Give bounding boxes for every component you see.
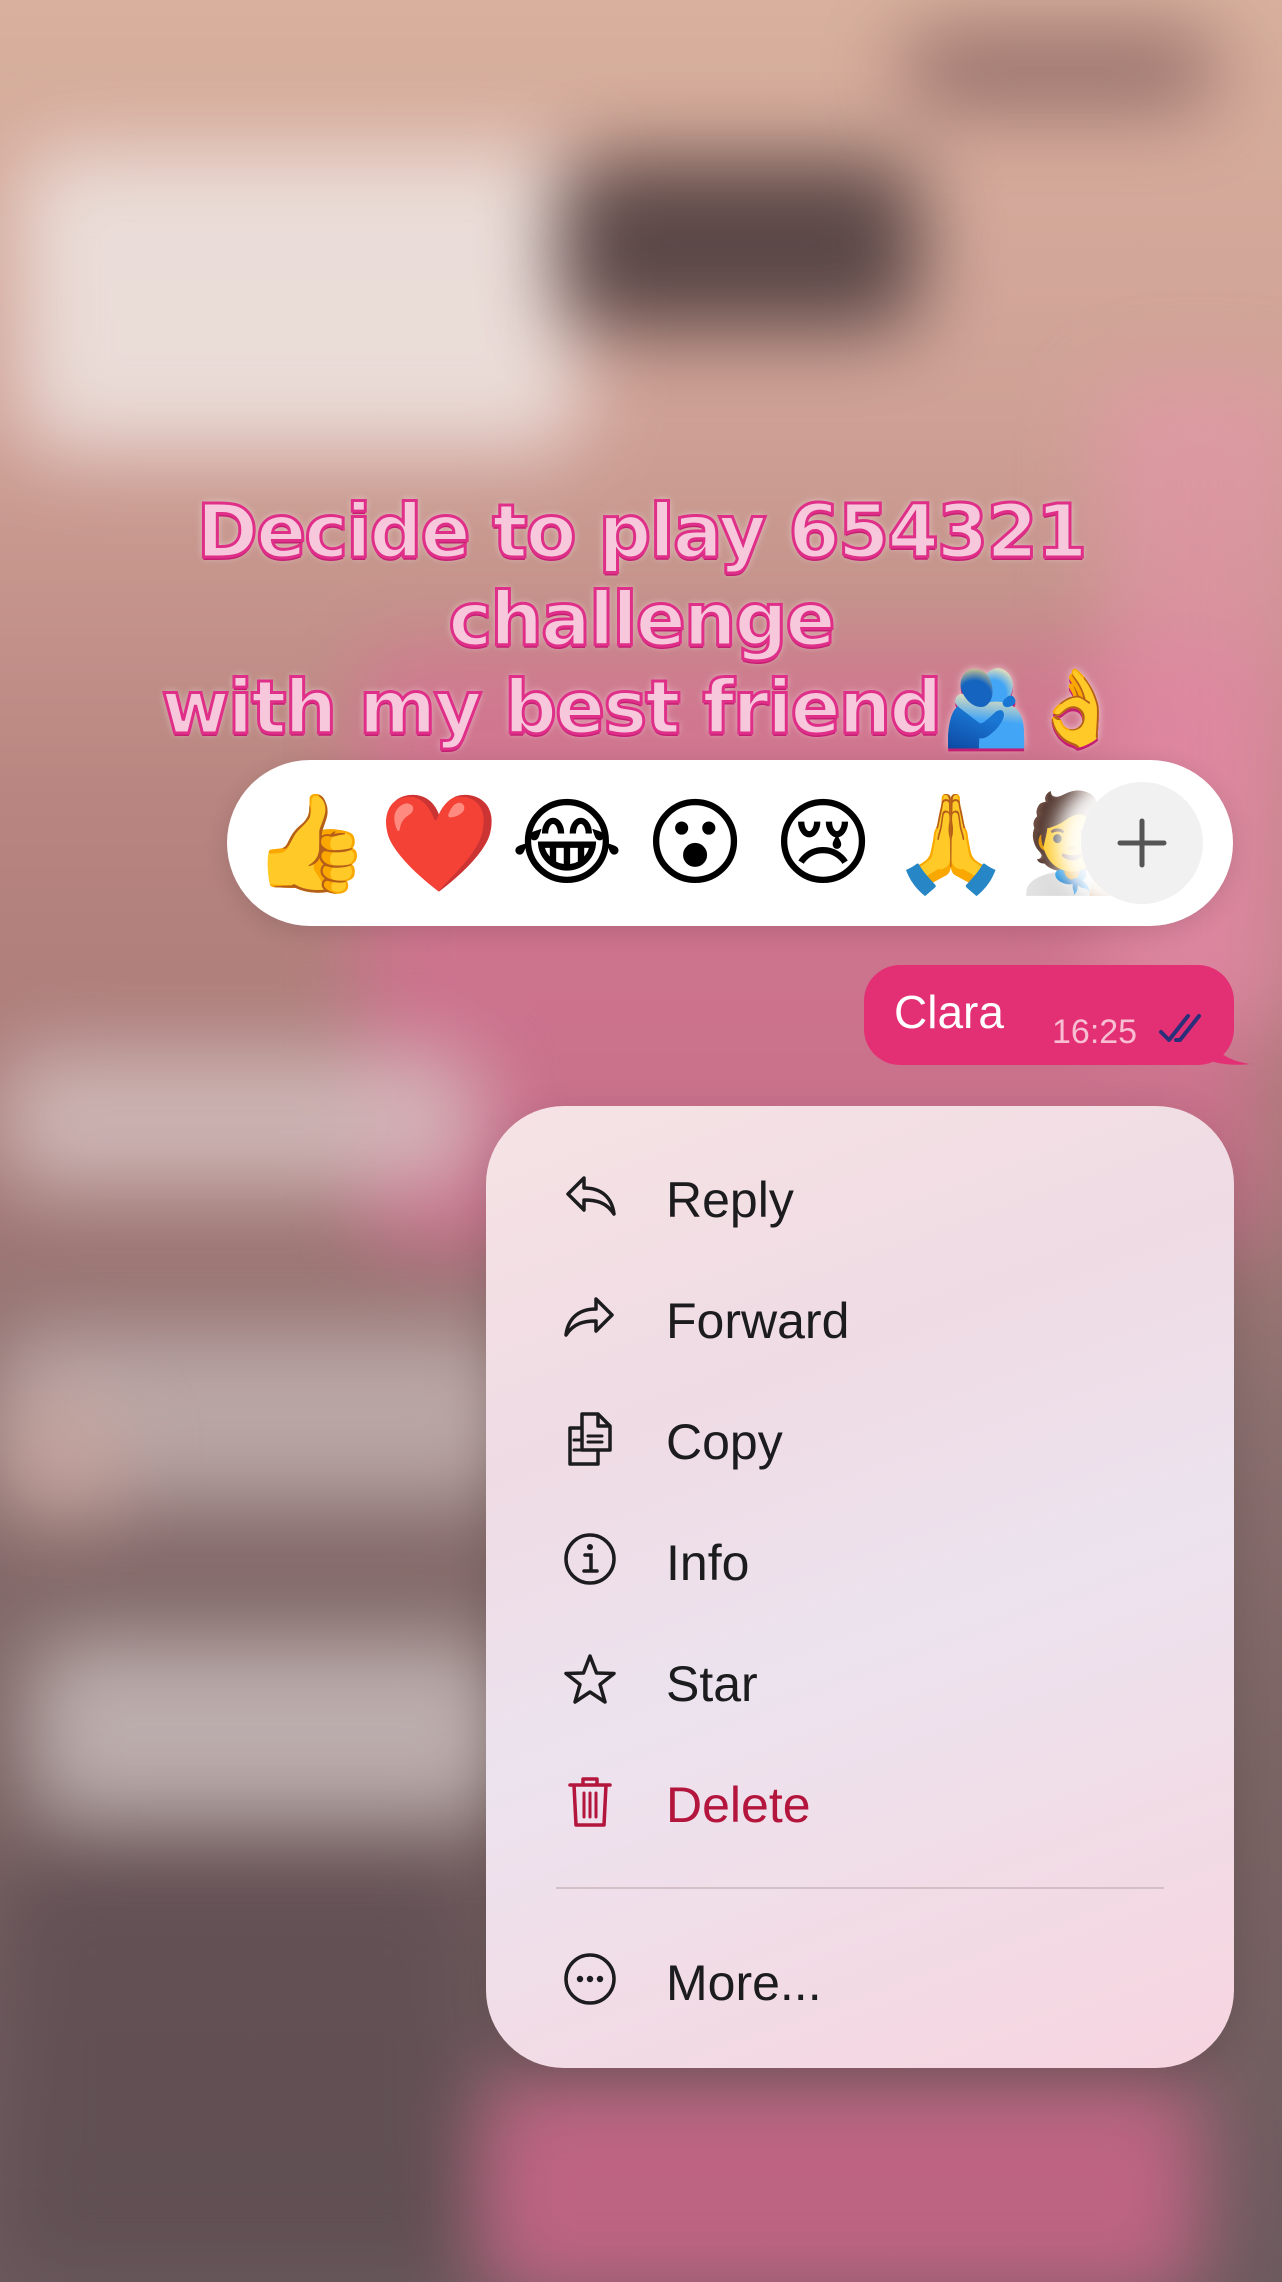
reaction-heart[interactable]: ❤️: [375, 788, 503, 898]
context-menu: Reply Forward Copy Info Star Delete More…: [486, 1106, 1234, 2068]
star-icon: [564, 1654, 616, 1704]
caption-line-2: with my best friend🫂👌: [160, 664, 1124, 753]
reaction-thumbs-up[interactable]: 👍: [247, 788, 375, 898]
plus-icon: [1117, 818, 1167, 868]
message-bubble[interactable]: Clara 16:25: [864, 965, 1234, 1065]
menu-label-delete: Delete: [666, 1777, 811, 1833]
caption-line-1: Decide to play 654321 challenge: [195, 488, 1089, 665]
message-time: 16:25: [1052, 1013, 1138, 1051]
reaction-surprised[interactable]: 😮: [631, 788, 759, 898]
reaction-bar: 👍 ❤️ 😂 😮 😢 🙏 🧑‍🎨: [227, 760, 1233, 926]
video-caption: Decide to play 654321 challenge with my …: [0, 488, 1282, 753]
menu-item-forward[interactable]: Forward: [486, 1262, 1234, 1372]
double-check-icon: [1159, 1014, 1201, 1042]
reaction-laughing[interactable]: 😂: [503, 788, 631, 898]
menu-item-copy[interactable]: Copy: [486, 1383, 1234, 1493]
menu-item-delete[interactable]: Delete: [486, 1746, 1234, 1856]
menu-divider: [556, 1887, 1164, 1889]
menu-item-reply[interactable]: Reply: [486, 1141, 1234, 1251]
menu-label-star: Star: [666, 1656, 758, 1712]
menu-item-info[interactable]: Info: [486, 1504, 1234, 1614]
menu-label-copy: Copy: [666, 1414, 783, 1470]
menu-item-more[interactable]: More...: [486, 1924, 1234, 2034]
add-reaction-button[interactable]: [1081, 782, 1203, 904]
menu-label-forward: Forward: [666, 1293, 850, 1349]
menu-label-more: More...: [666, 1955, 822, 2011]
menu-item-star[interactable]: Star: [486, 1625, 1234, 1735]
reply-arrow-icon: [566, 1176, 616, 1216]
message-text: Clara: [894, 986, 1004, 1038]
forward-arrow-icon: [564, 1297, 614, 1337]
info-icon: [564, 1533, 616, 1585]
trash-icon: [568, 1777, 612, 1827]
reaction-crying[interactable]: 😢: [759, 788, 887, 898]
more-circle-icon: [564, 1953, 616, 2005]
copy-icon: [568, 1412, 612, 1466]
menu-label-reply: Reply: [666, 1172, 794, 1228]
menu-label-info: Info: [666, 1535, 750, 1591]
reaction-pray[interactable]: 🙏: [887, 788, 1015, 898]
